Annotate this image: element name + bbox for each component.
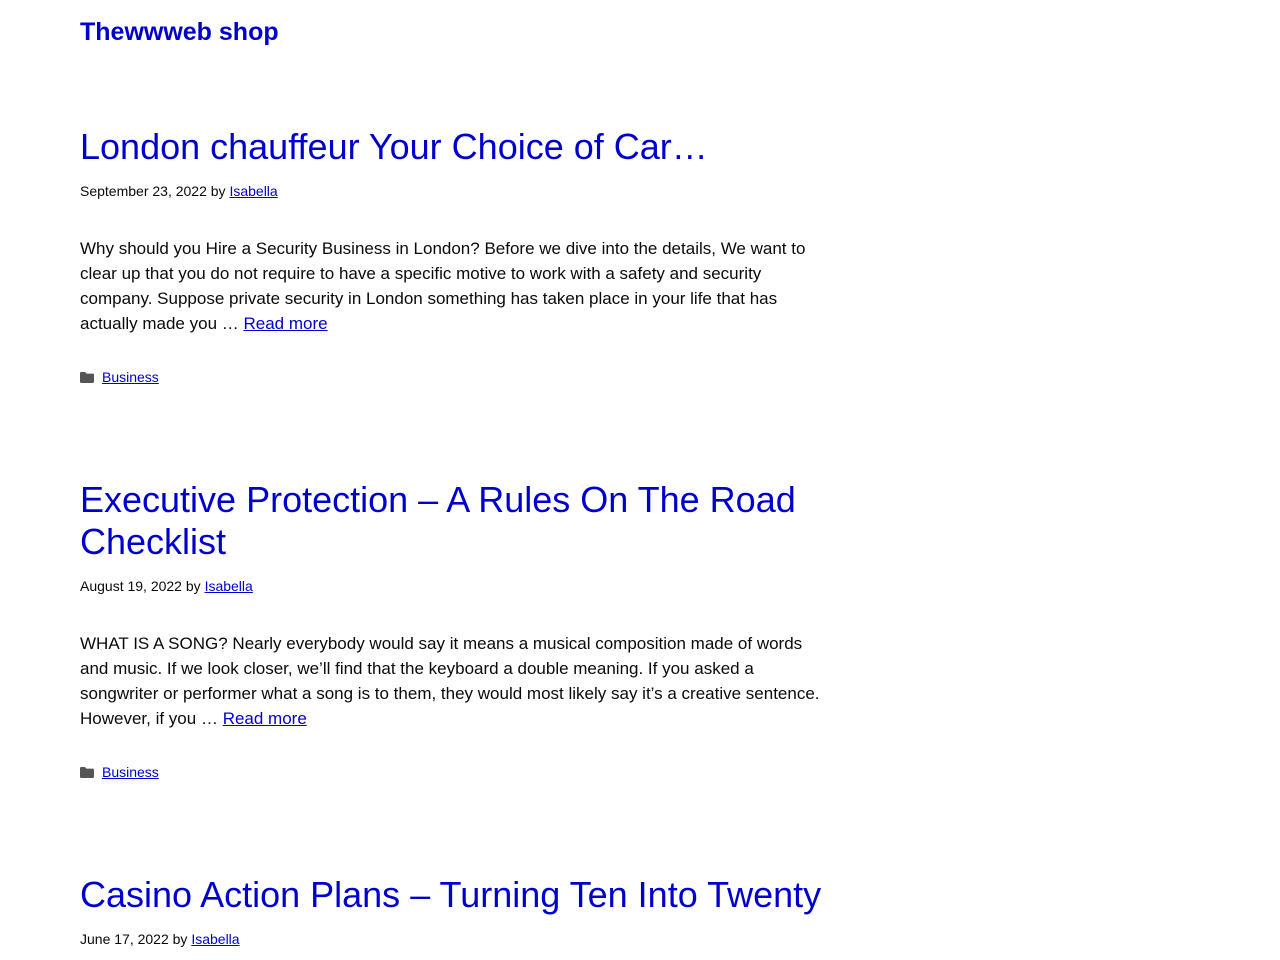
- post-author-link[interactable]: Isabella: [229, 183, 277, 199]
- folder-icon: [80, 766, 94, 778]
- post-by: by: [172, 931, 188, 947]
- post-author-link[interactable]: Isabella: [205, 578, 253, 594]
- post-date: June 17, 2022: [80, 931, 169, 947]
- post-meta: September 23, 2022 by Isabella: [80, 182, 830, 200]
- read-more-link[interactable]: Read more: [223, 709, 307, 728]
- post-article: London chauffeur Your Choice of Car… Sep…: [80, 126, 830, 386]
- read-more-link[interactable]: Read more: [243, 314, 327, 333]
- post-excerpt-text: WHAT IS A SONG? Nearly everybody would s…: [80, 634, 820, 728]
- post-article: Executive Protection – A Rules On The Ro…: [80, 479, 830, 781]
- post-meta: June 17, 2022 by Isabella: [80, 930, 830, 948]
- site-title[interactable]: Thewwweb shop: [80, 16, 279, 48]
- post-title-link[interactable]: Casino Action Plans – Turning Ten Into T…: [80, 874, 821, 915]
- category-link-business[interactable]: Business: [102, 368, 159, 386]
- post-title: London chauffeur Your Choice of Car…: [80, 126, 830, 168]
- category-link-business[interactable]: Business: [102, 763, 159, 781]
- post-title-link[interactable]: Executive Protection – A Rules On The Ro…: [80, 479, 796, 562]
- post-by: by: [210, 183, 226, 199]
- post-categories: Business: [80, 368, 830, 386]
- post-categories: Business: [80, 763, 830, 781]
- post-title: Executive Protection – A Rules On The Ro…: [80, 479, 830, 563]
- post-date: September 23, 2022: [80, 183, 207, 199]
- folder-icon: [80, 371, 94, 383]
- post-article: Casino Action Plans – Turning Ten Into T…: [80, 874, 830, 948]
- post-excerpt: WHAT IS A SONG? Nearly everybody would s…: [80, 631, 830, 731]
- post-excerpt: Why should you Hire a Security Business …: [80, 236, 830, 336]
- post-meta: August 19, 2022 by Isabella: [80, 577, 830, 595]
- post-date: August 19, 2022: [80, 578, 182, 594]
- post-author-link[interactable]: Isabella: [191, 931, 239, 947]
- post-excerpt-text: Why should you Hire a Security Business …: [80, 239, 806, 333]
- post-title: Casino Action Plans – Turning Ten Into T…: [80, 874, 830, 916]
- post-by: by: [185, 578, 201, 594]
- post-title-link[interactable]: London chauffeur Your Choice of Car…: [80, 126, 708, 167]
